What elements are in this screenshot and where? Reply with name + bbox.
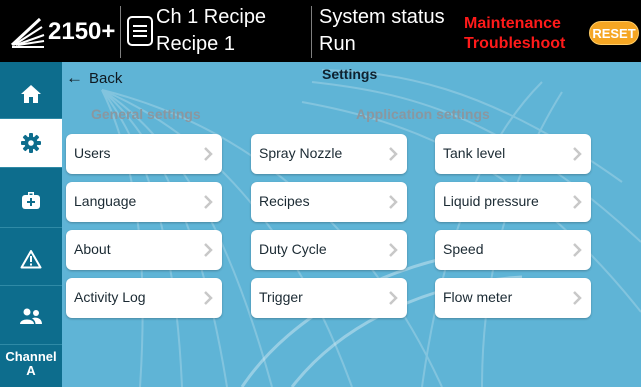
recipe-name[interactable]: Recipe 1 — [156, 33, 235, 56]
header-divider — [311, 6, 312, 58]
channel-value: A — [26, 363, 36, 378]
chevron-right-icon — [573, 291, 582, 305]
button-label: Tank level — [443, 145, 506, 161]
chevron-right-icon — [573, 243, 582, 257]
system-status-value: Run — [319, 33, 356, 55]
chevron-right-icon — [204, 243, 213, 257]
screen: 2150+ Ch 1 Recipe Recipe 1 System status… — [0, 0, 641, 387]
sidebar-item-maintenance[interactable] — [0, 176, 62, 224]
sidebar-item-alarms[interactable] — [0, 235, 62, 283]
tank-level-button[interactable]: Tank level — [435, 134, 591, 174]
arrow-left-icon: ← — [66, 68, 83, 87]
about-button[interactable]: About — [66, 230, 222, 270]
channel-label: Channel — [5, 349, 57, 364]
button-label: Speed — [443, 241, 484, 257]
header-divider — [120, 6, 121, 58]
users-icon — [20, 308, 42, 324]
general-settings-heading: General settings — [91, 106, 201, 122]
troubleshoot-label: Troubleshoot — [464, 35, 566, 52]
sidebar-divider — [0, 167, 62, 168]
activity-log-button[interactable]: Activity Log — [66, 278, 222, 318]
spray-nozzle-button[interactable]: Spray Nozzle — [251, 134, 407, 174]
chevron-right-icon — [204, 195, 213, 209]
back-button[interactable]: ← Back — [66, 68, 122, 88]
chevron-right-icon — [573, 147, 582, 161]
chevron-right-icon — [389, 147, 398, 161]
model-label: 2150+ — [48, 18, 116, 45]
sidebar-divider — [0, 227, 62, 228]
flow-meter-button[interactable]: Flow meter — [435, 278, 591, 318]
channel-selector[interactable]: Channel A — [0, 350, 62, 378]
chevron-right-icon — [204, 147, 213, 161]
button-label: Liquid pressure — [443, 193, 539, 209]
button-label: Trigger — [259, 289, 303, 305]
button-label: Duty Cycle — [259, 241, 327, 257]
speed-button[interactable]: Speed — [435, 230, 591, 270]
recipes-button[interactable]: Recipes — [251, 182, 407, 222]
trigger-button[interactable]: Trigger — [251, 278, 407, 318]
users-button[interactable]: Users — [66, 134, 222, 174]
chevron-right-icon — [204, 291, 213, 305]
back-label: Back — [89, 69, 123, 87]
language-button[interactable]: Language — [66, 182, 222, 222]
settings-panel: ← Back Settings General settings Applica… — [62, 62, 641, 387]
sidebar-divider — [0, 344, 62, 345]
button-label: Language — [74, 193, 137, 209]
chevron-right-icon — [389, 195, 398, 209]
chevron-right-icon — [573, 195, 582, 209]
system-status-title: System status — [319, 6, 445, 28]
sidebar-item-users[interactable] — [0, 292, 62, 340]
spray-logo-icon — [10, 17, 45, 48]
warning-icon — [20, 250, 42, 269]
button-label: Spray Nozzle — [259, 145, 343, 161]
sidebar-divider — [0, 285, 62, 286]
sidebar-item-home[interactable] — [0, 70, 62, 118]
maintenance-label: Maintenance — [464, 15, 561, 32]
recipe-icon — [127, 16, 153, 46]
chevron-right-icon — [389, 291, 398, 305]
recipe-title[interactable]: Ch 1 Recipe — [156, 6, 266, 29]
chevron-right-icon — [389, 243, 398, 257]
page-title: Settings — [322, 66, 378, 82]
gear-icon — [21, 133, 41, 153]
toolbox-icon — [22, 192, 40, 209]
button-label: Recipes — [259, 193, 310, 209]
sidebar-item-settings[interactable] — [0, 119, 62, 167]
top-bar: 2150+ Ch 1 Recipe Recipe 1 System status… — [0, 0, 641, 62]
liquid-pressure-button[interactable]: Liquid pressure — [435, 182, 591, 222]
button-label: Flow meter — [443, 289, 513, 305]
sidebar: Channel A — [0, 62, 62, 387]
button-label: Activity Log — [74, 289, 146, 305]
home-icon — [21, 85, 41, 103]
button-label: About — [74, 241, 111, 257]
reset-button[interactable]: RESET — [589, 21, 639, 45]
maintenance-alert[interactable]: Maintenance Troubleshoot — [464, 14, 565, 54]
button-label: Users — [74, 145, 111, 161]
duty-cycle-button[interactable]: Duty Cycle — [251, 230, 407, 270]
application-settings-heading: Application settings — [356, 106, 490, 122]
